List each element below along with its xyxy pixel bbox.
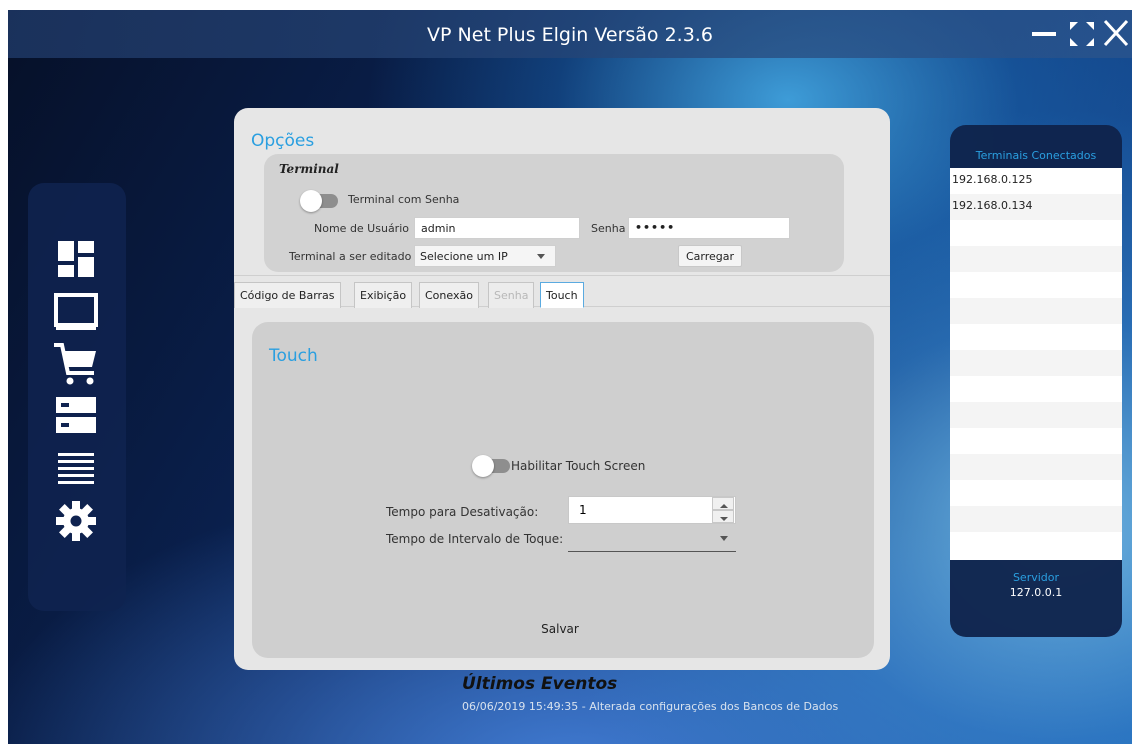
tab-bar: Código de Barras Exibição Conexão Senha … [234, 275, 890, 308]
terminal-ip-select-value: Selecione um IP [420, 250, 508, 263]
save-button[interactable]: Salvar [520, 620, 600, 642]
connected-terminals-panel: Terminais Conectados 192.168.0.125 192.1… [950, 125, 1122, 637]
toggle-knob [300, 190, 322, 212]
tab-connection[interactable]: Conexão [419, 282, 479, 308]
password-input[interactable]: ••••• [628, 217, 790, 239]
empty-list-row [950, 376, 1122, 402]
toggle-knob [472, 455, 494, 477]
connected-terminals-title: Terminais Conectados [975, 149, 1097, 162]
decrement-button[interactable] [712, 510, 734, 523]
empty-list-row [950, 454, 1122, 480]
edit-terminal-label: Terminal a ser editado [289, 250, 412, 263]
touch-title: Touch [269, 346, 318, 366]
touch-interval-select[interactable] [568, 528, 736, 552]
chevron-down-icon [537, 254, 545, 259]
empty-list-row [950, 350, 1122, 376]
tab-password: Senha [488, 282, 535, 308]
empty-list-row [950, 402, 1122, 428]
server-icon[interactable] [50, 389, 102, 441]
title-bar: VP Net Plus Elgin Versão 2.3.6 [8, 10, 1132, 58]
server-label: Servidor [1012, 571, 1060, 584]
terminal-section: Terminal Terminal com Senha Nome de Usuá… [264, 154, 844, 272]
empty-list-row [950, 506, 1122, 532]
empty-list-row [950, 480, 1122, 506]
tab-display[interactable]: Exibição [354, 282, 413, 308]
terminal-password-toggle-label: Terminal com Senha [348, 193, 460, 206]
maximize-icon[interactable] [1066, 18, 1098, 50]
touch-interval-label: Tempo de Intervalo de Toque: [386, 532, 564, 546]
terminal-section-label: Terminal [279, 162, 339, 176]
password-label: Senha [591, 222, 626, 235]
options-title: Opções [251, 131, 315, 151]
list-item[interactable]: 192.168.0.125 [950, 168, 1122, 194]
empty-list-row [950, 428, 1122, 454]
list-item[interactable]: 192.168.0.134 [950, 194, 1122, 220]
username-input[interactable] [414, 217, 580, 239]
monitor-icon[interactable] [50, 285, 102, 337]
cart-icon[interactable] [50, 337, 102, 389]
username-label: Nome de Usuário [314, 222, 409, 235]
connected-terminals-list: 192.168.0.125 192.168.0.134 [950, 168, 1122, 560]
touch-screen-toggle-label: Habilitar Touch Screen [511, 459, 646, 473]
close-icon[interactable] [1101, 16, 1131, 50]
tab-barcode[interactable]: Código de Barras [234, 282, 341, 308]
dashboard-icon[interactable] [50, 233, 102, 285]
tab-touch[interactable]: Touch [540, 282, 584, 308]
load-button[interactable]: Carregar [678, 245, 742, 267]
latest-event: 06/06/2019 15:49:35 - Alterada configura… [462, 700, 839, 713]
touch-settings-panel: Touch Habilitar Touch Screen Tempo para … [252, 322, 874, 658]
empty-list-row [950, 220, 1122, 246]
app-title: VP Net Plus Elgin Versão 2.3.6 [427, 24, 713, 46]
touch-screen-toggle[interactable] [472, 455, 510, 477]
terminal-ip-select[interactable]: Selecione um IP [414, 245, 556, 267]
increment-button[interactable] [712, 497, 734, 510]
deactivation-time-input[interactable]: 1 [568, 496, 736, 524]
events-title: Últimos Eventos [462, 674, 618, 694]
empty-list-row [950, 298, 1122, 324]
terminal-password-toggle[interactable] [300, 190, 338, 212]
deactivation-time-label: Tempo para Desativação: [386, 505, 539, 519]
sidebar [28, 183, 126, 611]
empty-list-row [950, 272, 1122, 298]
chevron-down-icon [720, 536, 728, 541]
empty-list-row [950, 246, 1122, 272]
list-icon[interactable] [50, 441, 102, 493]
app-window: VP Net Plus Elgin Versão 2.3.6 Opções Te… [8, 10, 1132, 744]
deactivation-time-spinner [712, 497, 734, 523]
minimize-icon[interactable] [1030, 16, 1060, 46]
gear-icon[interactable] [50, 495, 102, 547]
empty-list-row [950, 532, 1122, 558]
empty-list-row [950, 324, 1122, 350]
server-ip: 127.0.0.1 [1009, 586, 1063, 599]
options-panel: Opções Terminal Terminal com Senha Nome … [234, 108, 890, 670]
